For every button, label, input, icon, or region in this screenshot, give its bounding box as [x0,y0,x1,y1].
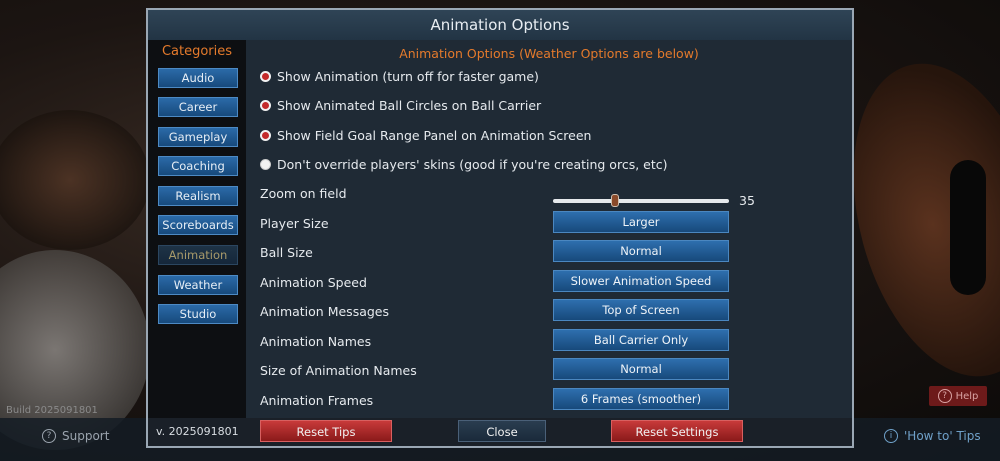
zoom-slider-thumb[interactable] [610,194,619,207]
options-content-panel: Animation Options (Weather Options are b… [246,40,852,418]
player-size-label: Player Size [260,216,329,231]
category-career-button[interactable]: Career [158,97,238,117]
howto-tips-link[interactable]: i 'How to' Tips [884,429,981,443]
question-icon: ? [42,429,56,443]
animation-frames-button[interactable]: 6 Frames (smoother) [553,388,729,410]
zoom-value: 35 [739,193,755,208]
categories-panel: Categories Audio Career Gameplay Coachin… [148,40,246,418]
reset-tips-button[interactable]: Reset Tips [260,420,392,442]
checkbox-checked-icon[interactable] [260,130,271,141]
build-label: Build 2025091801 [6,405,98,416]
close-button[interactable]: Close [458,420,546,442]
animation-speed-label: Animation Speed [260,275,367,290]
checkbox-checked-icon[interactable] [260,100,271,111]
animation-messages-button[interactable]: Top of Screen [553,299,729,321]
dialog-title: Animation Options [148,10,852,40]
category-audio-button[interactable]: Audio [158,68,238,88]
animation-frames-label: Animation Frames [260,393,374,408]
category-animation-button[interactable]: Animation [158,245,238,265]
names-size-button[interactable]: Normal [553,358,729,380]
checkbox-checked-icon[interactable] [260,71,271,82]
category-weather-button[interactable]: Weather [158,275,238,295]
zoom-slider-track[interactable] [553,199,729,203]
support-link[interactable]: ? Support [42,429,109,443]
checkbox-label: Show Animation (turn off for faster game… [277,69,539,84]
category-scoreboards-button[interactable]: Scoreboards [158,215,238,235]
category-realism-button[interactable]: Realism [158,186,238,206]
checkbox-unchecked-icon[interactable] [260,159,271,170]
dialog-footer: v. 2025091801 Reset Tips Close Reset Set… [148,418,852,446]
animation-names-button[interactable]: Ball Carrier Only [553,329,729,351]
ball-size-button[interactable]: Normal [553,240,729,262]
help-label: Help [955,390,979,402]
section-title: Animation Options (Weather Options are b… [399,46,699,61]
info-icon: i [884,429,898,443]
help-button[interactable]: ? Help [929,386,987,406]
animation-options-dialog: Animation Options Categories Audio Caree… [146,8,854,448]
category-studio-button[interactable]: Studio [158,304,238,324]
ball-size-label: Ball Size [260,245,313,260]
checkbox-label: Don't override players' skins (good if y… [277,157,668,172]
checkbox-player-skins[interactable]: Don't override players' skins (good if y… [260,157,668,172]
animation-speed-button[interactable]: Slower Animation Speed [553,270,729,292]
version-label: v. 2025091801 [156,425,239,438]
player-size-button[interactable]: Larger [553,211,729,233]
checkbox-show-animation[interactable]: Show Animation (turn off for faster game… [260,69,539,84]
background-scroll-handle [950,160,986,295]
zoom-label: Zoom on field [260,186,347,201]
background-pad-image [0,110,150,250]
checkbox-label: Show Field Goal Range Panel on Animation… [277,128,592,143]
names-size-label: Size of Animation Names [260,363,417,378]
reset-settings-button[interactable]: Reset Settings [611,420,743,442]
question-icon: ? [937,389,952,403]
category-gameplay-button[interactable]: Gameplay [158,127,238,147]
animation-messages-label: Animation Messages [260,304,389,319]
category-coaching-button[interactable]: Coaching [158,156,238,176]
checkbox-ball-circles[interactable]: Show Animated Ball Circles on Ball Carri… [260,98,541,113]
checkbox-label: Show Animated Ball Circles on Ball Carri… [277,98,542,113]
checkbox-field-goal-panel[interactable]: Show Field Goal Range Panel on Animation… [260,128,591,143]
support-label: Support [62,429,110,443]
categories-title: Categories [161,44,233,59]
animation-names-label: Animation Names [260,334,372,349]
howto-label: 'How to' Tips [904,429,981,443]
